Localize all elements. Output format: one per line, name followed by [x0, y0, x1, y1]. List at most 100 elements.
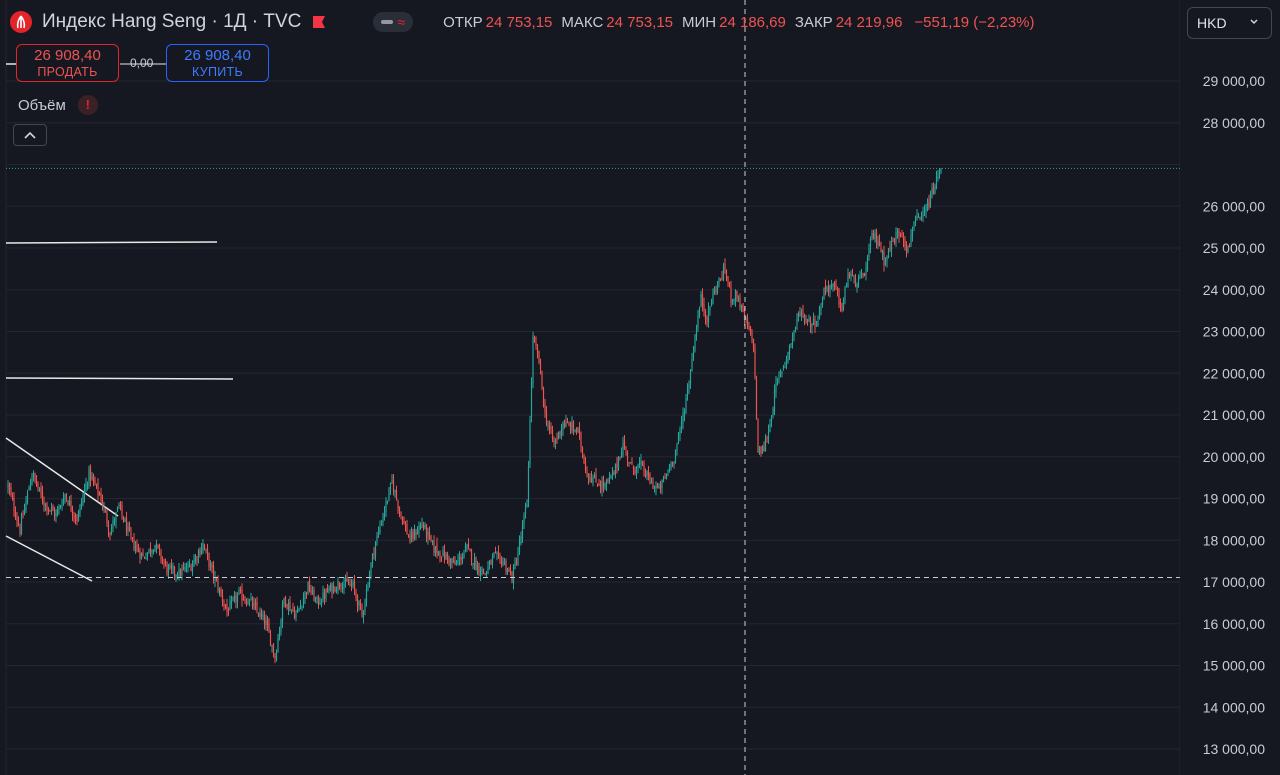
candle-body: [277, 637, 279, 652]
candle-body: [52, 506, 54, 512]
flag-icon[interactable]: [311, 14, 327, 30]
candle-body: [71, 507, 74, 515]
candle-body: [167, 566, 170, 574]
ohlc-low-value: 24 186,69: [719, 13, 786, 31]
candle-body: [113, 521, 116, 523]
visibility-toggle[interactable]: ≈: [373, 12, 414, 32]
candle-body: [599, 484, 602, 488]
candle-body: [719, 278, 722, 280]
candle-body: [271, 645, 273, 648]
candle-body: [355, 591, 357, 597]
candle-body: [265, 620, 267, 626]
candle-body: [631, 460, 633, 465]
candle-body: [886, 256, 888, 262]
candle-body: [884, 262, 887, 264]
candle-body: [373, 553, 375, 555]
volume-indicator-legend[interactable]: Объём !: [18, 95, 98, 115]
warning-icon[interactable]: !: [77, 95, 98, 115]
candle-body: [472, 563, 474, 565]
collapse-legend-button[interactable]: [13, 124, 47, 146]
candle-body: [280, 620, 282, 632]
candle-body: [272, 643, 275, 655]
candle-body: [143, 557, 146, 559]
buy-button[interactable]: 26 908,40 КУПИТЬ: [166, 44, 269, 82]
candle-body: [691, 358, 693, 372]
candle-body: [196, 558, 198, 560]
candle-body: [125, 517, 128, 533]
candle-body: [601, 481, 603, 490]
candle-body: [721, 277, 723, 279]
candle-body: [449, 559, 452, 566]
candle-body: [331, 583, 333, 594]
candle-body: [485, 572, 488, 575]
candle-body: [226, 604, 228, 612]
candle-body: [28, 488, 30, 491]
candle-body: [539, 360, 542, 370]
ohlc-close-value: 24 219,96: [835, 13, 903, 31]
candle-body: [194, 556, 197, 563]
candle-body: [502, 561, 504, 566]
candle-body: [388, 488, 390, 502]
candle-body: [668, 469, 671, 471]
candle-body: [299, 604, 302, 610]
candle-body: [509, 570, 512, 574]
candle-body: [781, 371, 783, 373]
sell-button[interactable]: 26 908,40 ПРОДАТЬ: [16, 44, 119, 82]
candle-body: [473, 558, 476, 565]
candle-body: [146, 552, 149, 557]
candle-body: [638, 463, 641, 465]
candle-body: [313, 589, 315, 602]
candle-body: [140, 553, 143, 560]
candle-body: [782, 366, 785, 371]
candle-body: [809, 319, 812, 327]
candle-body: [487, 566, 489, 574]
candle-body: [524, 507, 527, 514]
symbol-title[interactable]: Индекс Hang Seng · 1Д · TVC: [42, 11, 301, 33]
candle-body: [533, 337, 536, 342]
candle-body: [14, 511, 17, 518]
candle-body: [425, 525, 428, 537]
candle-body: [788, 345, 791, 354]
candle-body: [910, 235, 912, 245]
candle-body: [149, 547, 152, 553]
ohlc-high-value: 24 753,15: [606, 13, 674, 31]
candle-body: [290, 609, 293, 611]
candle-body: [341, 587, 344, 589]
candle-body: [209, 563, 212, 569]
candle-body: [683, 411, 686, 416]
candle-body: [587, 474, 590, 479]
candle-body: [559, 432, 561, 434]
candle-body: [478, 562, 480, 573]
currency-select[interactable]: HKD: [1187, 7, 1272, 39]
candle-body: [31, 475, 33, 485]
candle-body: [10, 487, 12, 495]
candle-body: [689, 372, 692, 385]
candle-body: [379, 526, 381, 533]
candle-body: [215, 577, 218, 581]
candle-body: [851, 274, 854, 277]
candle-body: [323, 593, 326, 599]
candle-body: [659, 484, 662, 490]
candle-body: [515, 562, 518, 564]
candle-body: [187, 564, 189, 568]
price-chart[interactable]: 26 908,4017 108,85 13 000,00 14 000,00 15 …: [0, 0, 1280, 775]
candle-body: [56, 509, 59, 516]
candle-body: [899, 234, 902, 236]
candle-body: [262, 614, 264, 618]
candle-body: [19, 526, 21, 534]
candle-body: [53, 510, 56, 517]
candle-body: [481, 568, 483, 573]
candle-body: [908, 246, 911, 248]
candle-body: [50, 508, 53, 510]
candle-body: [211, 563, 213, 568]
candle-body: [164, 560, 167, 564]
candle-body: [127, 526, 129, 531]
candle-body: [797, 313, 800, 317]
candle-body: [200, 549, 203, 553]
candle-body: [511, 571, 513, 582]
candle-body: [59, 506, 62, 508]
candle-body: [728, 282, 731, 287]
candle-body: [431, 540, 434, 542]
candle-body: [881, 250, 884, 255]
candle-body: [371, 553, 374, 564]
